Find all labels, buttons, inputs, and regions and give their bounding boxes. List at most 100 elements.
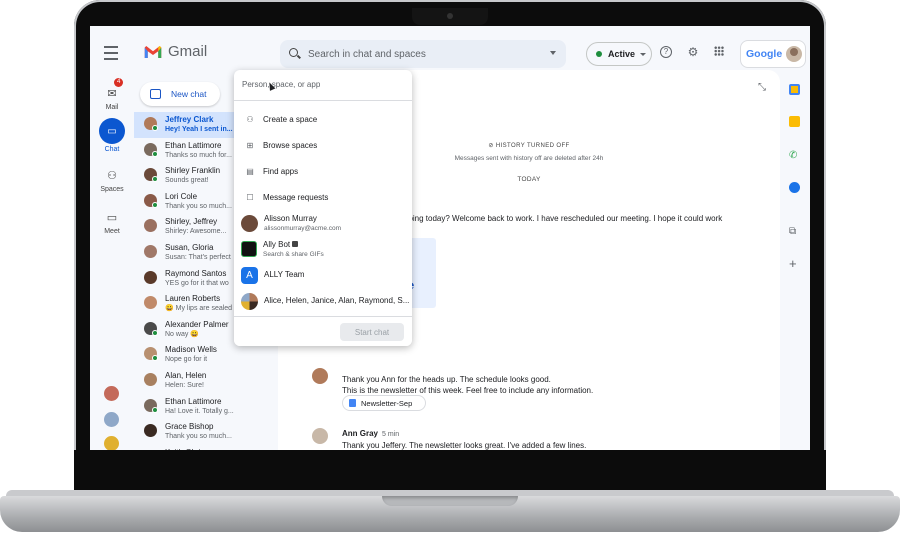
chat-name: Grace Bishop [165,422,214,432]
chat-list-item[interactable]: Grace Bishop Thank you so much... [134,419,278,445]
phone-icon[interactable]: ✆ [789,150,800,161]
avatar [144,117,158,131]
avatar [144,398,158,413]
rail-item-meet[interactable]: ▭ Meet [90,208,134,236]
chat-list-item[interactable]: Keith Obrien [134,445,278,450]
suggestion-bot[interactable]: Ally Bot Search & share GIFs [234,236,412,262]
chat-list-item[interactable]: Madison Wells Nope go for it [134,342,278,368]
online-indicator-icon [152,150,158,157]
avatar [241,214,258,232]
chat-text: Grace Bishop Thank you so much... [165,419,232,442]
chat-name: Alexander Palmer [165,319,229,329]
online-indicator-icon [152,329,158,336]
menu-item-create-space[interactable]: ⚇ Create a space [234,108,412,130]
bot-badge-icon [292,240,299,247]
chat-text: Lori Cole Thank you so much... [165,189,232,212]
collapse-icon[interactable]: ⤡ [758,82,766,93]
status-label: Active [608,49,636,59]
chat-name: Lauren Roberts [165,294,221,304]
chat-name: Ethan Lattimore [165,140,222,150]
rail-item-chat[interactable]: ▭ Chat [90,118,134,153]
rail-item-spaces[interactable]: ⚇ Spaces [90,166,134,194]
screen: Gmail Search in chat and spaces Active ?… [90,26,810,450]
rail-label-mail: Mail [105,104,119,111]
gmail-m-icon [144,45,162,58]
rail-item-mail[interactable]: ✉ 4 Mail [90,78,134,111]
space-icon: A [241,266,258,284]
suggestion-person[interactable]: Alisson Murray alissonmurray@acme.com [234,210,412,236]
new-chat-label: New chat [171,89,207,99]
tasks-icon[interactable] [789,182,800,193]
menu-icon[interactable] [104,46,118,60]
addons-icon[interactable]: ⧉ [789,226,800,237]
status-selector[interactable]: Active [586,42,652,66]
account-switcher[interactable]: Google [740,40,806,68]
chat-list-item[interactable]: Alan, Helen Helen: Sure! [134,368,278,394]
search-icon[interactable] [289,48,298,57]
avatar [144,193,158,208]
avatar[interactable] [104,386,119,401]
chat-name: Madison Wells [165,345,217,355]
search-bar[interactable]: Search in chat and spaces [280,40,566,68]
avatar[interactable] [786,46,803,62]
help-icon[interactable]: ? [660,46,672,58]
avatar [144,347,158,362]
menu-item-message-requests[interactable]: ☐ Message requests [234,186,412,208]
chat-text: Alexander Palmer No way 😀 [165,317,229,340]
online-indicator-icon [152,201,158,208]
laptop-lid-groove [382,496,518,506]
avatar [144,270,157,284]
chat-preview: Thanks so much for... [165,151,232,159]
search-placeholder: Search in chat and spaces [308,48,426,60]
search-options-icon[interactable] [550,51,556,55]
apps-grid-icon[interactable] [714,46,724,56]
spaces-icon: ⚇ [107,169,117,182]
chat-text: Keith Obrien [165,445,209,450]
avatar [144,245,157,258]
suggestion-space[interactable]: A ALLY Team [234,262,412,288]
browse-spaces-icon: ⊞ [246,140,254,150]
google-logo: Google [746,48,783,60]
calendar-icon[interactable] [789,84,800,95]
menu-item-find-apps[interactable]: ▤ Find apps [234,160,412,182]
navigation-rail: ✉ 4 Mail ▭ Chat ⚇ Spaces ▭ Meet [90,78,134,450]
gmail-logo[interactable]: Gmail [144,43,207,60]
suggestion-group[interactable]: Alice, Helen, Janice, Alan, Raymond, S..… [234,288,412,314]
start-chat-button[interactable]: Start chat [340,323,404,341]
camera-icon [447,13,453,19]
avatar [144,373,157,386]
avatar [144,219,157,233]
keep-icon[interactable] [789,116,800,127]
video-camera-icon: ▭ [106,211,118,224]
bot-icon [241,241,257,257]
new-chat-button[interactable]: New chat [140,82,220,106]
avatar[interactable] [104,412,119,427]
person-search-placeholder: Person, space, or app [242,80,321,89]
chat-icon: ▭ [99,118,125,144]
chat-preview: No way 😀 [165,330,200,338]
online-indicator-icon [152,406,158,413]
attachment-chip[interactable]: Newsletter-Sep [342,395,426,411]
chat-text: Raymond Santos YES go for it that wo [165,266,229,289]
menu-item-browse-spaces[interactable]: ⊞ Browse spaces [234,134,412,156]
chat-preview: Hey! Yeah I sent in... [165,126,233,133]
chat-text: Ethan Lattimore Ha! Love it. Totally g... [165,394,234,417]
online-indicator-icon [152,176,158,183]
person-search-input[interactable]: Person, space, or app [234,70,412,101]
avatar [144,424,157,438]
message-time: 5 min [382,431,400,438]
side-panel: ✆ ⧉ + [780,70,810,450]
active-status-icon [596,51,602,57]
chat-list-item[interactable]: Ethan Lattimore Ha! Love it. Totally g... [134,394,278,420]
avatar[interactable] [104,436,119,450]
add-icon[interactable]: + [789,257,800,270]
document-icon [349,399,356,407]
chat-name: Jeffrey Clark [165,115,214,124]
create-space-icon: ⚇ [246,114,254,124]
chat-preview: YES go for it that wo [165,279,229,287]
avatar [144,142,158,157]
gear-icon[interactable]: ⚙ [687,46,699,58]
mail-icon: ✉ [107,87,117,100]
chat-preview: Helen: Sure! [165,382,204,389]
chat-text: Shirley Franklin Sounds great! [165,163,220,186]
